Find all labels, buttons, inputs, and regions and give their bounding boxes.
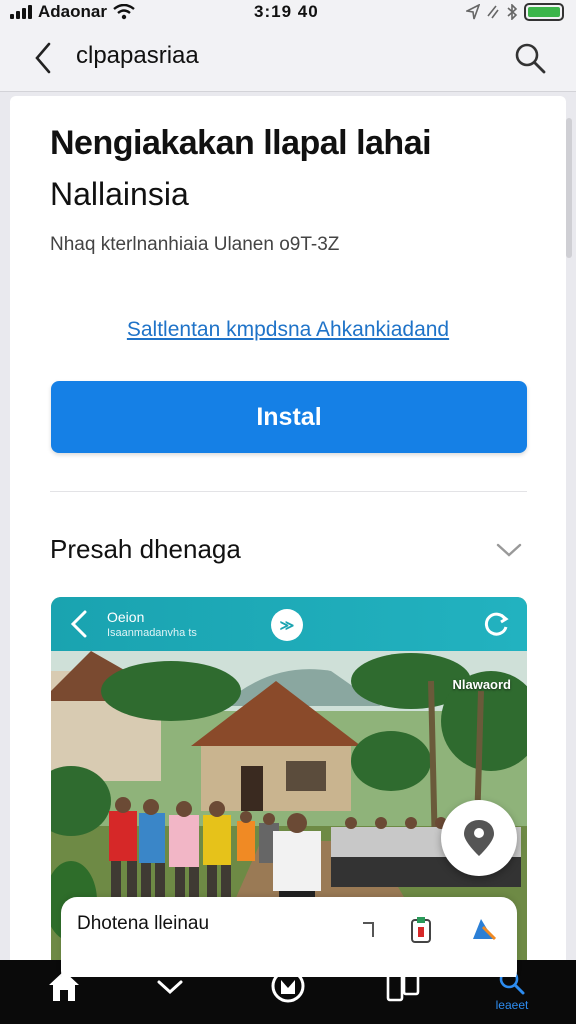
search-icon	[515, 43, 546, 74]
location-icon	[466, 4, 480, 20]
preview-bottom-card[interactable]: Dhotena lleinau	[61, 897, 517, 977]
rotation-lock-icon	[487, 5, 499, 19]
nav-title: clpapasriaa	[76, 42, 199, 69]
refresh-icon	[484, 612, 509, 636]
chevron-down-icon[interactable]	[496, 540, 522, 560]
preview-header-subtitle: Isaanmadanvha ts	[107, 627, 197, 639]
wifi-icon	[113, 4, 135, 20]
chevron-left-icon	[35, 42, 51, 74]
app-details-card: Nengiakakan llapal lahai Nallainsia Nhaq…	[10, 96, 566, 977]
battery-icon	[524, 3, 564, 21]
install-button[interactable]: Instal	[51, 381, 527, 453]
app-title: Nengiakakan llapal lahai	[50, 124, 432, 162]
status-time: 3:19 40	[254, 2, 319, 21]
map-pin-icon	[464, 820, 494, 856]
chevron-left-icon	[70, 610, 87, 638]
triangle-flag-icon	[473, 919, 497, 941]
scrollbar[interactable]	[566, 118, 572, 258]
app-meta: Nhaq kterlnanhiaia Ulanen o9T-3Z	[50, 234, 340, 255]
signal-icon	[10, 5, 32, 19]
preview-header-title: Oeion	[107, 609, 145, 625]
section-title: Presah dhenaga	[50, 534, 241, 564]
bluetooth-icon	[507, 4, 518, 20]
carrier-label: Adaonar	[38, 2, 107, 21]
preview-center-badge: ≫	[271, 609, 303, 641]
clipboard-icon	[411, 917, 431, 943]
preview-card-title: Dhotena lleinau	[77, 913, 210, 934]
search-button[interactable]	[510, 38, 550, 78]
preview-corner-label: Nlawaord	[452, 677, 511, 692]
battery-level	[528, 7, 560, 17]
nav-bar: clpapasriaa	[0, 26, 576, 92]
developer-link[interactable]: Saltlentan kmpdsna Ahkankiadand	[10, 318, 566, 342]
status-bar: Adaonar 3:19 40	[0, 0, 576, 26]
status-left: Adaonar	[10, 2, 135, 22]
divider	[50, 491, 527, 492]
screenshot-preview[interactable]: Oeion Isaanmadanvha ts ≫ Nlawaord Dhoten…	[51, 597, 527, 977]
app-subtitle: Nallainsia	[50, 176, 189, 212]
status-right	[466, 3, 564, 21]
map-pin-button[interactable]	[441, 800, 517, 876]
tab-search-label: leaeet	[495, 998, 529, 1012]
back-button[interactable]	[28, 40, 58, 76]
corner-arrow-icon	[363, 922, 374, 937]
preview-header: Oeion Isaanmadanvha ts ≫	[51, 597, 527, 651]
